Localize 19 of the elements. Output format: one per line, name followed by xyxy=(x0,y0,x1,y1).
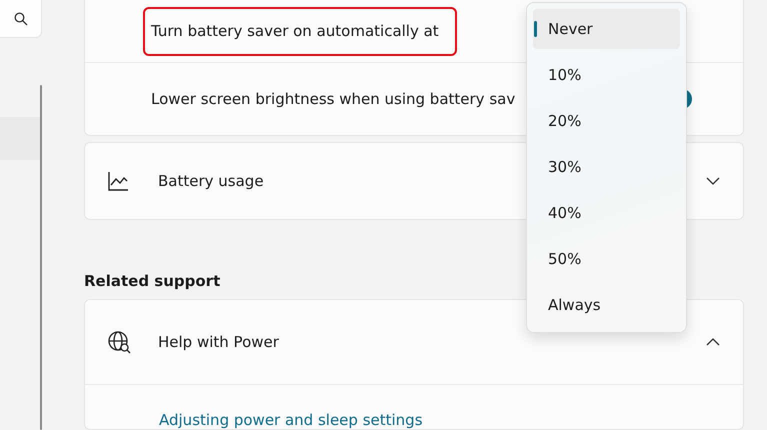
nav-item-highlight[interactable] xyxy=(0,117,40,160)
dropdown-option[interactable]: 10% xyxy=(533,55,680,95)
dropdown-option[interactable]: Always xyxy=(533,285,680,325)
scrollbar[interactable] xyxy=(40,85,42,430)
setting-label: Turn battery saver on automatically at xyxy=(143,6,457,56)
chart-icon xyxy=(107,169,131,193)
search-icon xyxy=(14,12,28,26)
dropdown-option[interactable]: Never xyxy=(533,9,680,49)
section-heading: Related support xyxy=(84,271,222,292)
dropdown-option[interactable]: 20% xyxy=(533,101,680,141)
card-title: Battery usage xyxy=(158,172,265,190)
dropdown-option[interactable]: 50% xyxy=(533,239,680,279)
help-link[interactable]: Adjusting power and sleep settings xyxy=(159,411,423,429)
setting-label: Lower screen brightness when using battery sav xyxy=(151,90,516,108)
globe-search-icon xyxy=(107,330,131,354)
dropdown-option[interactable]: 30% xyxy=(533,147,680,187)
card-title: Help with Power xyxy=(158,333,280,351)
selection-indicator xyxy=(534,21,537,37)
search-button[interactable] xyxy=(0,0,42,38)
